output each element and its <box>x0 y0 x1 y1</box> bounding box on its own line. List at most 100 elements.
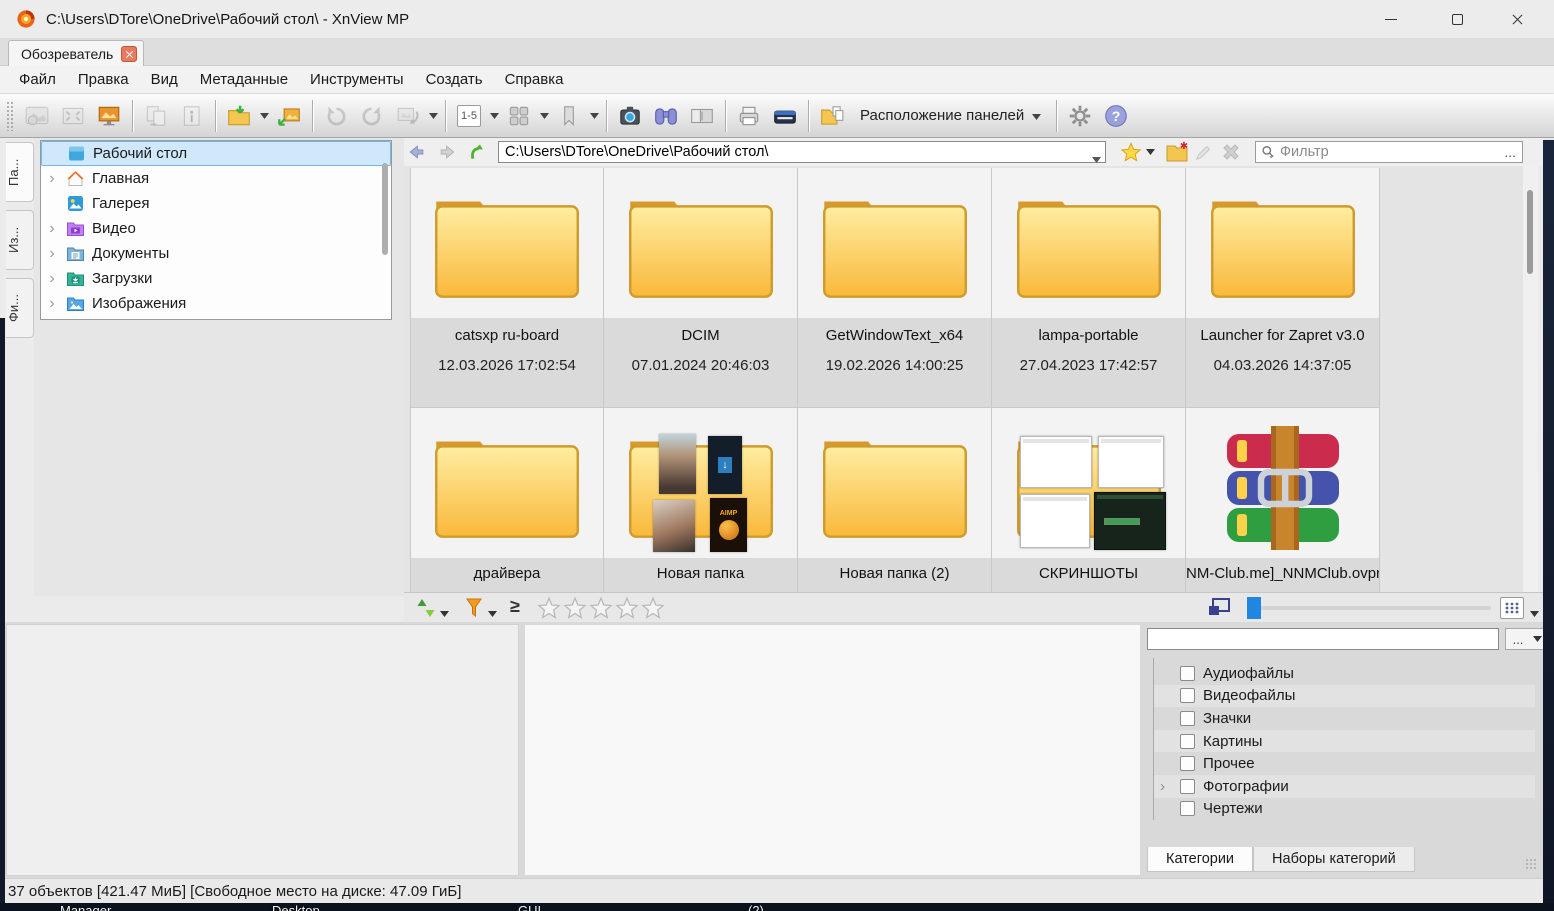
category-checkbox[interactable] <box>1180 666 1195 681</box>
file-item[interactable]: СКРИНШОТЫ <box>992 408 1186 592</box>
path-combo[interactable] <box>498 141 1106 163</box>
category-tab-0[interactable]: Категории <box>1147 847 1253 872</box>
grid-view-button[interactable] <box>1500 597 1524 619</box>
rating-operator[interactable]: ≥ <box>510 596 520 617</box>
category-row[interactable]: Аудиофайлы <box>1154 662 1535 685</box>
file-item[interactable]: lampa-portable27.04.2023 17:42:57 <box>992 168 1186 408</box>
category-search-input[interactable] <box>1147 628 1499 650</box>
file-item[interactable]: GetWindowText_x6419.02.2026 14:00:25 <box>798 168 992 408</box>
sort-dropdown-icon[interactable] <box>440 605 449 623</box>
category-row[interactable]: Видеофайлы <box>1154 685 1535 708</box>
tree-item-3[interactable]: ›Видео <box>41 216 391 241</box>
view-mode-dropdown-icon[interactable] <box>537 98 551 134</box>
panel-tab-2[interactable]: Фи... <box>6 278 34 338</box>
up-button[interactable] <box>464 140 490 164</box>
category-row[interactable]: Значки <box>1154 707 1535 730</box>
star-icon[interactable] <box>562 595 588 621</box>
settings-button[interactable] <box>1062 98 1098 134</box>
scan-button[interactable] <box>767 98 803 134</box>
file-item[interactable]: драйвера <box>410 408 604 592</box>
tab-close-icon[interactable] <box>121 46 137 62</box>
file-item[interactable]: catsxp ru-board12.03.2026 17:02:54 <box>410 168 604 408</box>
chevron-right-icon[interactable]: › <box>1160 778 1165 795</box>
help-button[interactable]: ? <box>1098 98 1134 134</box>
tree-scrollbar[interactable] <box>382 163 388 255</box>
category-row[interactable]: Прочее <box>1154 752 1535 775</box>
batch-rename-dropdown-icon[interactable] <box>487 98 501 134</box>
menu-item-5[interactable]: Создать <box>415 68 494 91</box>
rating-stars[interactable] <box>536 595 666 621</box>
panel-layout-dropdown[interactable]: Расположение панелей <box>860 107 1041 124</box>
new-folder-button[interactable]: ✱ <box>1165 140 1189 164</box>
panel-tab-1[interactable]: Из... <box>6 210 34 270</box>
file-item[interactable]: ↓AIMPНовая папка <box>604 408 798 592</box>
view-mode-button[interactable] <box>501 98 537 134</box>
tree-item-6[interactable]: ›Изображения <box>41 291 391 316</box>
file-item[interactable]: NM-Club.me]_NNMClub.ovpr <box>1186 408 1380 592</box>
close-button[interactable] <box>1494 4 1540 34</box>
browse-folder-button[interactable] <box>221 98 257 134</box>
category-row[interactable]: Чертежи <box>1154 798 1535 821</box>
chevron-right-icon[interactable]: › <box>45 172 59 186</box>
star-icon[interactable] <box>614 595 640 621</box>
acquire-image-button[interactable] <box>271 98 307 134</box>
tree-item-4[interactable]: ›Документы <box>41 241 391 266</box>
batch-rename-button[interactable]: 1-5 <box>451 98 487 134</box>
slider-thumb[interactable] <box>1247 597 1261 619</box>
menu-item-2[interactable]: Вид <box>140 68 189 91</box>
filter-box[interactable]: ... <box>1255 141 1523 163</box>
sort-button[interactable] <box>414 596 438 620</box>
menu-item-1[interactable]: Правка <box>67 68 140 91</box>
tree-item-0[interactable]: Рабочий стол <box>41 141 391 166</box>
chevron-right-icon[interactable]: › <box>45 247 59 261</box>
maximize-button[interactable] <box>1434 4 1480 34</box>
filter-input[interactable] <box>1280 144 1500 160</box>
category-checkbox[interactable] <box>1180 734 1195 749</box>
bookmark-dropdown-icon[interactable] <box>587 98 601 134</box>
chevron-right-icon[interactable]: › <box>45 222 59 236</box>
grid-scrollbar[interactable] <box>1523 166 1538 592</box>
chevron-right-icon[interactable]: › <box>45 297 59 311</box>
file-item[interactable]: Launcher for Zapret v3.004.03.2026 14:37… <box>1186 168 1380 408</box>
bookmark-button[interactable] <box>551 98 587 134</box>
favorites-dropdown-icon[interactable] <box>1146 140 1155 164</box>
menu-item-0[interactable]: Файл <box>8 68 67 91</box>
category-row[interactable]: ›Фотографии <box>1154 775 1535 798</box>
search-button[interactable] <box>648 98 684 134</box>
tab-browser[interactable]: Обозреватель <box>8 40 144 66</box>
browse-folder-dropdown-icon[interactable] <box>257 98 271 134</box>
transform-dropdown-icon[interactable] <box>426 98 440 134</box>
file-item[interactable]: Новая папка (2) <box>798 408 992 592</box>
thumbnail-size-icon[interactable] <box>1208 598 1230 616</box>
category-row[interactable]: Картины <box>1154 730 1535 753</box>
tree-item-5[interactable]: ›Загрузки <box>41 266 391 291</box>
favorites-star-button[interactable] <box>1120 140 1142 164</box>
filter-more-button[interactable]: ... <box>1504 144 1518 160</box>
category-more-button[interactable]: ... <box>1505 628 1531 650</box>
thumbnail-size-slider[interactable] <box>1247 606 1491 610</box>
toolbar-grip[interactable] <box>6 101 13 131</box>
menu-item-6[interactable]: Справка <box>494 68 575 91</box>
compare-button[interactable] <box>684 98 720 134</box>
star-icon[interactable] <box>588 595 614 621</box>
rating-filter-icon[interactable] <box>462 596 486 620</box>
grid-view-dropdown-icon[interactable] <box>1530 605 1539 623</box>
category-checkbox[interactable] <box>1180 688 1195 703</box>
copy-files-button[interactable] <box>814 98 850 134</box>
tree-item-2[interactable]: Галерея <box>41 191 391 216</box>
resize-grip[interactable] <box>1525 858 1537 870</box>
slideshow-button[interactable] <box>91 98 127 134</box>
forward-button[interactable] <box>434 140 460 164</box>
category-checkbox[interactable] <box>1180 779 1195 794</box>
back-button[interactable] <box>404 140 430 164</box>
panel-tab-0[interactable]: Па... <box>6 142 34 202</box>
rating-filter-dropdown-icon[interactable] <box>488 605 497 623</box>
category-checkbox[interactable] <box>1180 711 1195 726</box>
category-checkbox[interactable] <box>1180 801 1195 816</box>
screen-capture-button[interactable] <box>612 98 648 134</box>
minimize-button[interactable] <box>1368 4 1414 34</box>
print-button[interactable] <box>731 98 767 134</box>
menu-item-4[interactable]: Инструменты <box>299 68 415 91</box>
path-input[interactable] <box>499 144 1079 160</box>
menu-item-3[interactable]: Метаданные <box>189 68 299 91</box>
